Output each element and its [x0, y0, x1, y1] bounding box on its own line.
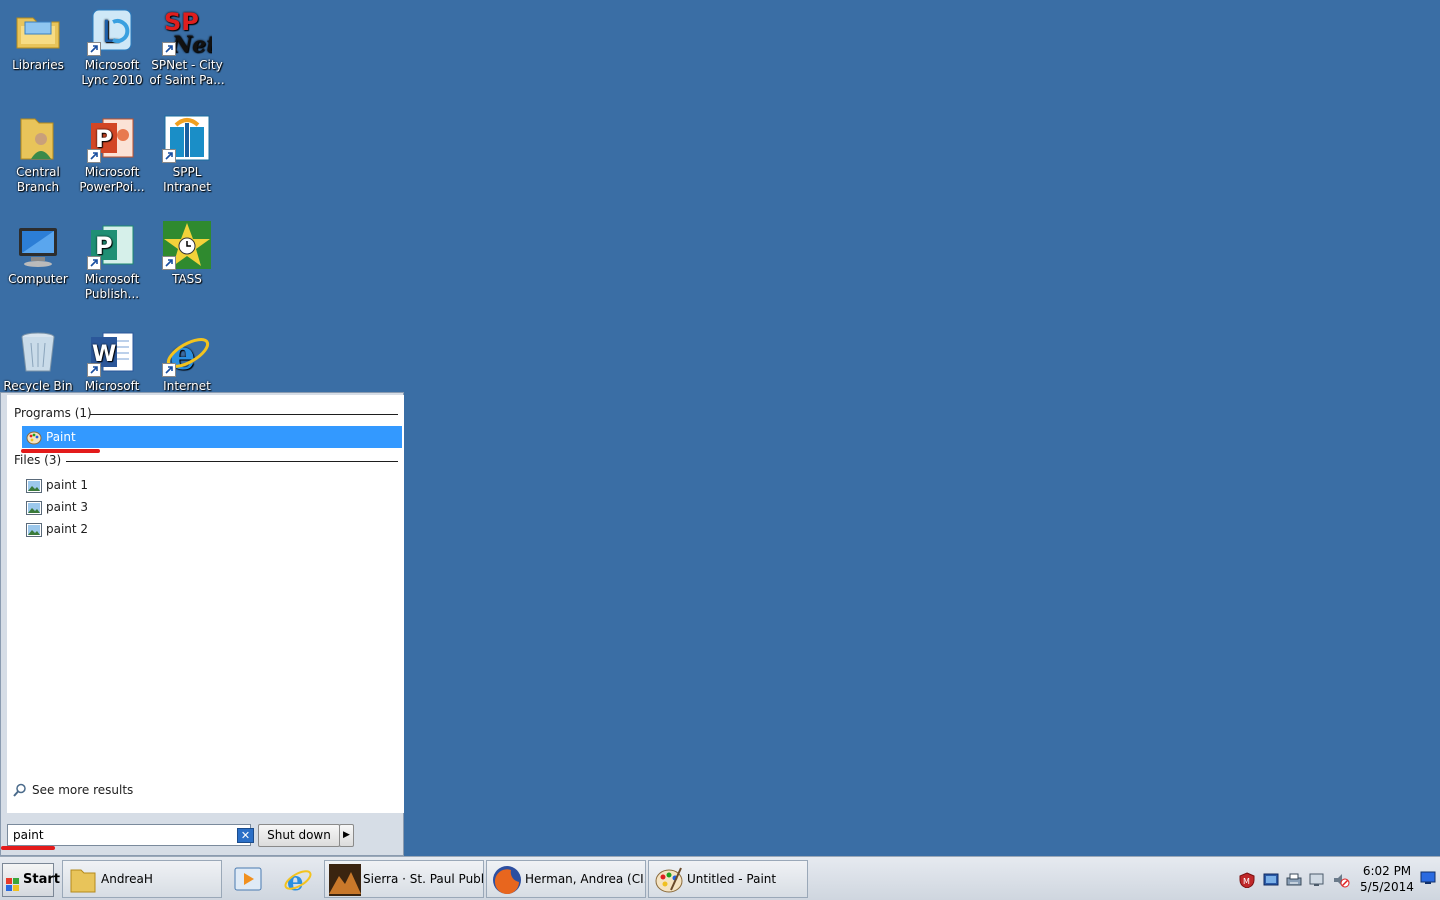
shortcut-arrow-icon — [87, 149, 101, 163]
search-input-value: paint — [13, 828, 44, 842]
internet-explorer-icon: e — [162, 327, 212, 377]
word-icon: W — [87, 327, 137, 377]
windows-logo-icon — [6, 873, 20, 891]
result-item-file[interactable]: paint 1 — [22, 474, 402, 496]
taskbar-clock[interactable]: 6:02 PM 5/5/2014 — [1358, 863, 1416, 895]
start-menu: Programs (1) Paint Files (3) paint 1 pai… — [0, 392, 404, 856]
desktop-icon-label: Microsoft Lync 2010 — [81, 58, 143, 87]
folder-icon — [67, 864, 99, 896]
files-header-label: Files (3) — [14, 453, 62, 467]
shutdown-options-arrow-icon[interactable]: ▶ — [339, 824, 354, 847]
shortcut-arrow-icon — [162, 363, 176, 377]
desktop-icon-label: Microsoft Publish... — [84, 272, 140, 301]
shortcut-arrow-icon — [87, 363, 101, 377]
result-item-label: Paint — [46, 430, 76, 444]
media-player-icon — [234, 867, 262, 891]
desktop-icon-label: SPNet - City of Saint Pa... — [149, 58, 225, 87]
taskbar-button-firefox[interactable]: Herman, Andrea (CI... — [486, 860, 646, 898]
result-item-file[interactable]: paint 3 — [22, 496, 402, 518]
shortcut-arrow-icon — [162, 42, 176, 56]
show-desktop-icon[interactable] — [1420, 871, 1436, 885]
shortcut-arrow-icon — [87, 256, 101, 270]
result-item-paint-program[interactable]: Paint — [22, 426, 402, 448]
desktop-icon-label: Microsoft PowerPoi... — [79, 165, 145, 194]
shortcut-arrow-icon — [87, 42, 101, 56]
start-search-input[interactable]: paint ✕ — [7, 824, 254, 846]
red-annotation-mark — [21, 449, 100, 453]
user-folder-icon — [13, 113, 63, 163]
shortcut-arrow-icon — [162, 149, 176, 163]
svg-text:Net: Net — [171, 32, 212, 56]
red-annotation-mark — [1, 846, 55, 850]
firefox-icon — [491, 864, 523, 896]
desktop-icon-label: Libraries — [12, 58, 64, 72]
desktop-icon-sppl-intranet[interactable]: SPPL Intranet — [149, 107, 225, 207]
spnet-icon: SP Net — [162, 6, 212, 56]
result-item-label: paint 2 — [46, 522, 89, 536]
desktop-icon-publisher[interactable]: P Microsoft Publish... — [74, 214, 150, 314]
taskbar-button-label: Sierra · St. Paul Publi... — [363, 872, 484, 886]
desktop-icon-label: Computer — [8, 272, 68, 286]
section-divider — [66, 461, 398, 462]
network-icon[interactable] — [1262, 872, 1280, 888]
taskbar-button-paint[interactable]: Untitled - Paint — [648, 860, 808, 898]
image-file-icon — [26, 522, 42, 537]
paint-palette-icon — [653, 864, 685, 896]
programs-header-label: Programs (1) — [14, 406, 92, 420]
display-icon[interactable] — [1308, 872, 1326, 888]
result-item-label: paint 3 — [46, 500, 89, 514]
taskbar-button-sierra[interactable]: Sierra · St. Paul Publi... — [324, 860, 484, 898]
desktop-icon-powerpoint[interactable]: P Microsoft PowerPoi... — [74, 107, 150, 207]
volume-muted-icon[interactable] — [1332, 872, 1350, 888]
taskbar-button-andreah[interactable]: AndreaH — [62, 860, 222, 898]
see-more-label: See more results — [32, 783, 134, 797]
files-section-header: Files (3) — [14, 453, 399, 467]
start-label: Start — [23, 872, 60, 887]
desktop-icon-computer[interactable]: Computer — [0, 214, 76, 314]
magnifier-icon — [13, 783, 27, 797]
libraries-folder-icon — [13, 6, 63, 56]
quick-launch-media-player[interactable] — [226, 860, 270, 898]
desktop-icon-libraries[interactable]: Libraries — [0, 0, 76, 100]
quick-launch-internet-explorer[interactable]: e — [276, 860, 320, 898]
image-file-icon — [26, 500, 42, 515]
desktop-icon-tass[interactable]: TASS — [149, 214, 225, 314]
internet-explorer-icon: e — [284, 867, 312, 895]
computer-icon — [13, 220, 63, 270]
clock-date: 5/5/2014 — [1360, 880, 1414, 894]
shield-icon[interactable]: M — [1238, 872, 1256, 889]
desktop-icon-lync[interactable]: L Microsoft Lync 2010 — [74, 0, 150, 100]
desktop-icon-spnet[interactable]: SP Net SPNet - City of Saint Pa... — [149, 0, 225, 100]
lync-icon: L — [87, 6, 137, 56]
sppl-intranet-icon — [162, 113, 212, 163]
paint-palette-icon — [26, 430, 42, 445]
taskbar: Start AndreaH e Sierra · St. Paul Publi.… — [0, 856, 1440, 900]
powerpoint-icon: P — [87, 113, 137, 163]
desktop-icon-label: TASS — [172, 272, 202, 286]
taskbar-button-label: Herman, Andrea (CI... — [525, 872, 646, 886]
printer-icon[interactable] — [1285, 872, 1303, 888]
result-item-file[interactable]: paint 2 — [22, 518, 402, 540]
desktop-icon-label: SPPL Intranet — [163, 165, 211, 194]
see-more-results-link[interactable]: See more results — [13, 781, 133, 799]
clock-time: 6:02 PM — [1362, 864, 1412, 878]
svg-text:M: M — [1243, 877, 1250, 886]
section-divider — [90, 414, 398, 415]
shortcut-arrow-icon — [162, 256, 176, 270]
taskbar-button-label: AndreaH — [101, 872, 153, 886]
publisher-icon: P — [87, 220, 137, 270]
clear-search-icon[interactable]: ✕ — [237, 828, 254, 843]
search-results-panel: Programs (1) Paint Files (3) paint 1 pai… — [7, 395, 404, 813]
desktop-icon-label: Central Branch — [16, 165, 60, 194]
start-button[interactable]: Start — [2, 863, 60, 897]
sierra-icon — [329, 864, 361, 896]
shut-down-button[interactable]: Shut down — [258, 824, 340, 847]
programs-section-header: Programs (1) — [14, 406, 399, 420]
tass-clock-icon — [162, 220, 212, 270]
taskbar-button-label: Untitled - Paint — [687, 872, 777, 886]
recycle-bin-icon — [13, 327, 63, 377]
desktop-icon-central-branch[interactable]: Central Branch — [0, 107, 76, 207]
image-file-icon — [26, 478, 42, 493]
result-item-label: paint 1 — [46, 478, 89, 492]
